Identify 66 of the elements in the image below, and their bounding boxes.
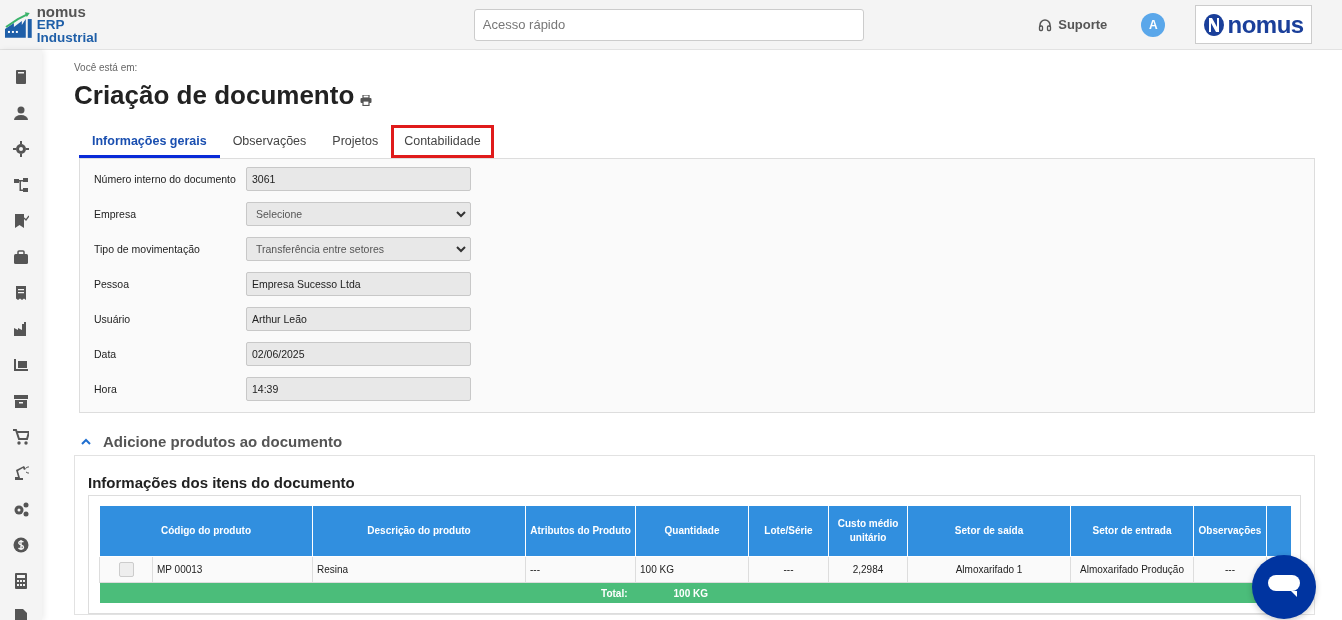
table-cell: --- — [748, 556, 829, 583]
field-label: Data — [94, 347, 118, 361]
row-checkbox[interactable] — [118, 562, 134, 577]
calculator-icon[interactable] — [13, 573, 29, 589]
section-title: Adicione produtos ao documento — [103, 432, 343, 450]
quick-access-field[interactable]: Acesso rápido — [473, 8, 865, 41]
field-label: Número interno do documento — [94, 172, 237, 186]
printer-icon[interactable] — [360, 95, 373, 106]
field-label: Pessoa — [94, 277, 131, 291]
input-field[interactable]: 02/06/2025 — [246, 342, 471, 366]
column-header: Quantidade — [635, 506, 749, 557]
column-header: Setor de saída — [907, 506, 1071, 557]
tab[interactable]: Contabilidade — [391, 125, 494, 158]
column-header: Custo médio unitário — [828, 506, 908, 557]
chevron-down-icon — [456, 210, 466, 218]
column-header: Código do produto — [99, 506, 313, 557]
field-label: Empresa — [94, 207, 137, 221]
table-cell: 2,2984 — [828, 556, 908, 583]
cart-icon[interactable] — [13, 429, 29, 445]
select-field[interactable]: Selecione — [246, 202, 471, 226]
chevron-up-icon[interactable] — [81, 437, 91, 445]
table-cell: Almoxarifado Produção — [1070, 556, 1194, 583]
gears-icon[interactable] — [13, 501, 29, 517]
tab[interactable]: Projetos — [319, 125, 392, 158]
table-cell: MP 00013 — [152, 556, 313, 583]
person-icon[interactable] — [13, 105, 29, 121]
receipt-icon[interactable] — [13, 285, 29, 301]
column-header: Atributos do Produto — [525, 506, 636, 557]
column-header: Observações — [1193, 506, 1267, 557]
logo-brand: nomus — [36, 5, 87, 18]
table-cell: Almoxarifado 1 — [907, 556, 1071, 583]
input-field[interactable]: Empresa Sucesso Ltda — [246, 272, 471, 296]
table-cell: --- — [525, 556, 636, 583]
field-label: Usuário — [94, 312, 132, 326]
field-label: Hora — [94, 382, 118, 396]
book-icon[interactable] — [13, 69, 29, 85]
logo-product: ERP Industrial — [36, 18, 99, 44]
table-cell: 100 KG — [635, 556, 749, 583]
input-field[interactable]: 14:39 — [246, 377, 471, 401]
headset-icon — [1038, 17, 1053, 32]
input-field[interactable]: Arthur Leão — [246, 307, 471, 331]
column-header: Setor de entrada — [1070, 506, 1194, 557]
tab[interactable]: Observações — [219, 125, 320, 158]
field-label: Tipo de movimentação — [94, 242, 201, 256]
robot-arm-icon[interactable] — [13, 465, 29, 481]
table-title: Informações dos itens do documento — [88, 474, 356, 491]
support-link[interactable]: Suporte — [1038, 17, 1108, 32]
flag-icon[interactable] — [13, 213, 29, 229]
chevron-down-icon — [456, 245, 466, 253]
logo[interactable]: nomus ERP Industrial — [4, 5, 128, 44]
column-header: Descrição do produto — [312, 506, 526, 557]
breadcrumb-label: Você está em: — [74, 62, 139, 73]
column-header: Lote/Série — [748, 506, 829, 557]
archive-box-icon[interactable] — [13, 393, 29, 409]
dollar-coin-icon[interactable] — [13, 537, 29, 553]
factory-chart-icon — [4, 10, 34, 39]
n-emblem-icon — [1203, 12, 1226, 37]
factory-icon[interactable] — [13, 321, 29, 337]
select-field[interactable]: Transferência entre setores — [246, 237, 471, 261]
table-cell: Resina — [312, 556, 526, 583]
briefcase-icon[interactable] — [13, 249, 29, 265]
page-title: Criação de documento — [74, 79, 355, 111]
hierarchy-icon[interactable] — [13, 177, 29, 193]
total-label: Total: — [99, 582, 636, 603]
input-field[interactable]: 3061 — [246, 167, 471, 191]
brand-logo: nomus — [1195, 5, 1312, 44]
